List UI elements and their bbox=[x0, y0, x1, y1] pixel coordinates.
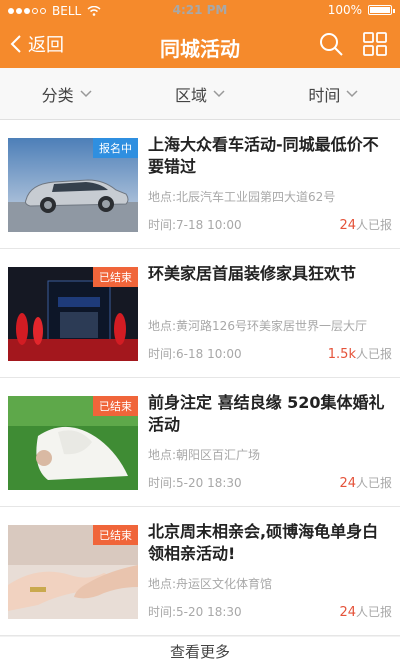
signup-count-number: 24 bbox=[339, 605, 356, 620]
signup-count-suffix: 人已报 bbox=[355, 605, 392, 619]
battery-icon bbox=[368, 5, 395, 15]
chevron-down-icon bbox=[346, 89, 358, 97]
load-more-button[interactable]: 查看更多 bbox=[0, 637, 400, 667]
signup-count-number: 24 bbox=[339, 476, 356, 491]
chevron-down-icon bbox=[80, 89, 92, 97]
event-thumbnail-wedding: 已结束 bbox=[8, 396, 138, 490]
grid-menu-icon[interactable] bbox=[362, 31, 388, 57]
status-badge: 已结束 bbox=[93, 267, 138, 287]
signup-count-suffix: 人已报 bbox=[355, 476, 392, 490]
event-title: 环美家居首届装修家具狂欢节 bbox=[148, 264, 357, 283]
status-badge: 报名中 bbox=[93, 138, 138, 158]
filter-label: 分类 bbox=[41, 85, 74, 105]
event-time: 时间:5-20 18:30 bbox=[148, 605, 242, 619]
filter-category[interactable]: 分类 bbox=[0, 68, 133, 119]
event-thumbnail-dating: 已结束 bbox=[8, 525, 138, 619]
event-time: 时间:6-18 10:00 bbox=[148, 347, 242, 361]
signup-count-suffix: 人已报 bbox=[355, 347, 392, 361]
event-item[interactable]: 已结束 前身注定 喜结良缘 520集体婚礼活动 地点:朝阳区百汇广场 时间:5-… bbox=[0, 378, 400, 507]
signup-count: 24人已报 bbox=[339, 216, 392, 233]
event-title: 上海大众看车活动-同城最低价不要错过 bbox=[148, 135, 379, 176]
signup-count-number: 24 bbox=[339, 218, 356, 233]
filter-bar: 分类 区域 时间 bbox=[0, 68, 400, 120]
battery-info: 100% bbox=[327, 3, 395, 17]
signup-count: 24人已报 bbox=[339, 603, 392, 620]
event-time: 时间:5-20 18:30 bbox=[148, 476, 242, 490]
status-badge: 已结束 bbox=[93, 396, 138, 416]
signup-count: 1.5k人已报 bbox=[328, 345, 392, 362]
signup-count-number: 1.5k bbox=[327, 347, 356, 362]
event-title: 前身注定 喜结良缘 520集体婚礼活动 bbox=[148, 393, 385, 434]
event-title: 北京周末相亲会,硕博海龟单身白领相亲活动! bbox=[148, 522, 379, 563]
status-badge: 已结束 bbox=[93, 525, 138, 545]
event-thumbnail-car: 报名中 bbox=[8, 138, 138, 232]
event-address: 地点:北辰汽车工业园第四大道62号 bbox=[148, 190, 336, 204]
status-bar: BELL 4:21 PM 100% bbox=[0, 0, 400, 22]
event-address: 地点:朝阳区百汇广场 bbox=[148, 448, 261, 462]
event-time: 时间:7-18 10:00 bbox=[148, 218, 242, 232]
filter-label: 时间 bbox=[308, 85, 341, 105]
event-item[interactable]: 已结束 北京周末相亲会,硕博海龟单身白领相亲活动! 地点:舟运区文化体育馆 时间… bbox=[0, 507, 400, 636]
event-address: 地点:黄河路126号环美家居世界一层大厅 bbox=[148, 319, 367, 333]
event-thumbnail-furniture: 已结束 bbox=[8, 267, 138, 361]
filter-label: 区域 bbox=[174, 85, 207, 105]
signup-count: 24人已报 bbox=[339, 474, 392, 491]
signup-count-suffix: 人已报 bbox=[355, 218, 392, 232]
nav-bar: 返回 同城活动 bbox=[0, 22, 400, 68]
event-item[interactable]: 已结束 环美家居首届装修家具狂欢节 地点:黄河路126号环美家居世界一层大厅 时… bbox=[0, 249, 400, 378]
event-item[interactable]: 报名中 上海大众看车活动-同城最低价不要错过 地点:北辰汽车工业园第四大道62号… bbox=[0, 120, 400, 249]
event-address: 地点:舟运区文化体育馆 bbox=[148, 577, 273, 591]
battery-level: 100% bbox=[327, 3, 362, 17]
search-icon[interactable] bbox=[318, 31, 344, 57]
filter-region[interactable]: 区域 bbox=[133, 68, 266, 119]
filter-time[interactable]: 时间 bbox=[267, 68, 400, 119]
chevron-down-icon bbox=[213, 89, 225, 97]
app-header: BELL 4:21 PM 100% 返回 同城活动 bbox=[0, 0, 400, 68]
